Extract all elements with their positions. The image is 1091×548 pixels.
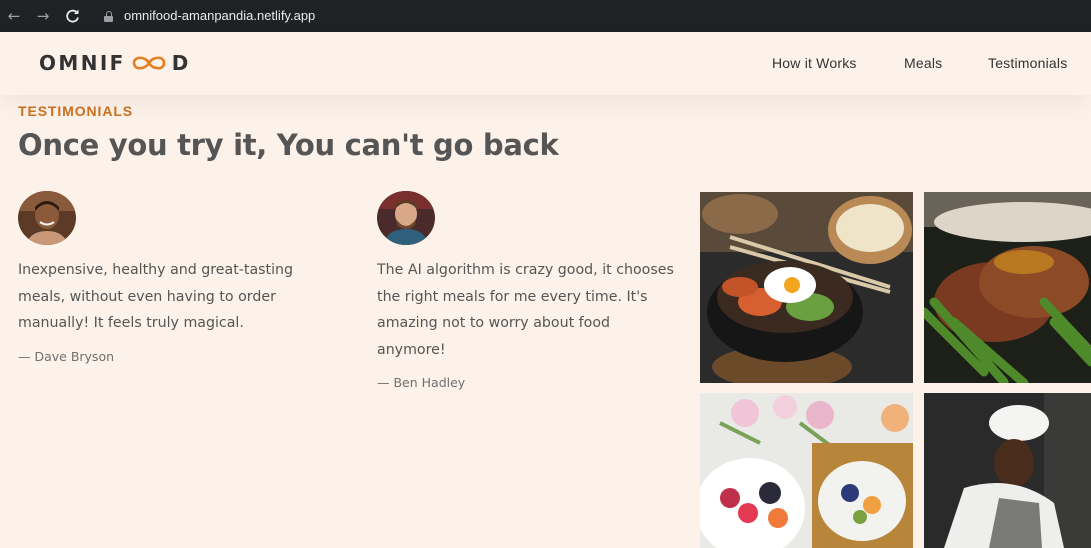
- customer-photo-ben: [377, 191, 435, 245]
- testimonial-card: The AI algorithm is crazy good, it choos…: [377, 191, 677, 390]
- testimonial-author: — Dave Bryson: [18, 348, 115, 364]
- gallery-image-chef: [924, 393, 1091, 548]
- address-bar-url[interactable]: omnifood-amanpandia.netlify.app: [124, 8, 315, 23]
- nav-link-meals[interactable]: Meals: [904, 55, 942, 71]
- testimonial-quote: The AI algorithm is crazy good, it choos…: [377, 262, 674, 358]
- testimonial-quote: Inexpensive, healthy and great-tasting m…: [18, 262, 294, 331]
- customer-photo-dave: [18, 191, 76, 245]
- gallery-image-steak: [924, 192, 1091, 383]
- testimonial-card: Inexpensive, healthy and great-tasting m…: [18, 191, 328, 364]
- browser-toolbar: ← → omnifood-amanpandia.netlify.app: [0, 0, 1091, 32]
- avatar: [18, 191, 76, 245]
- testimonial-author: — Ben Hadley: [377, 375, 466, 390]
- reload-glyph: [66, 9, 79, 23]
- main-nav: How it Works Meals Testimonials: [0, 32, 1091, 95]
- lock-icon: [104, 11, 113, 22]
- back-arrow-icon[interactable]: ←: [4, 6, 24, 26]
- nav-link-how-it-works[interactable]: How it Works: [772, 55, 857, 71]
- section-eyebrow: TESTIMONIALS: [18, 103, 134, 119]
- avatar: [377, 191, 435, 245]
- meal-gallery: [700, 192, 1091, 548]
- section-heading: Once you try it, You can't go back: [18, 128, 559, 162]
- reload-icon[interactable]: [63, 6, 83, 26]
- site-header: OMNIF D How it Works Meals Testimonials: [0, 32, 1091, 95]
- gallery-image-bibimbap: [700, 192, 913, 383]
- gallery-image-fruit-bowls: [700, 393, 913, 548]
- nav-link-testimonials[interactable]: Testimonials: [988, 55, 1067, 71]
- forward-arrow-icon[interactable]: →: [33, 6, 53, 26]
